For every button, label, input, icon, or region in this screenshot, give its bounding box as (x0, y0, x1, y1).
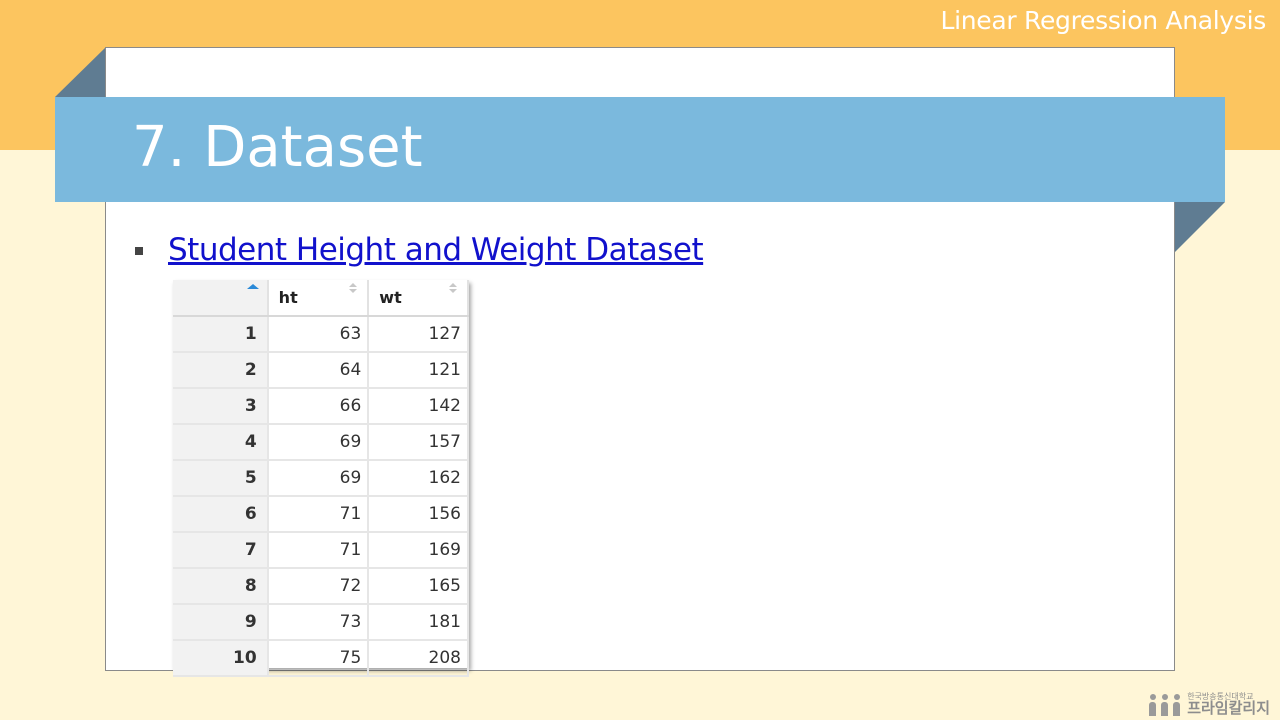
cell-wt: 162 (368, 460, 469, 497)
cell-wt: 165 (368, 568, 469, 605)
college-logo: 한국방송통신대학교 프라임칼리지 (1149, 693, 1270, 716)
cell-ht: 69 (267, 424, 370, 461)
people-logo-icon (1149, 693, 1183, 716)
row-index: 2 (173, 352, 269, 389)
table-header-row: ht wt (173, 280, 469, 317)
cell-ht: 72 (267, 568, 370, 605)
course-title: Linear Regression Analysis (940, 6, 1266, 35)
row-index: 6 (173, 496, 269, 533)
table-row: 1 63 127 (173, 316, 469, 353)
table-row: 3 66 142 (173, 388, 469, 425)
row-index: 10 (173, 640, 269, 677)
card-fold-right (1175, 202, 1225, 252)
row-index: 1 (173, 316, 269, 353)
cell-ht: 71 (267, 496, 370, 533)
row-index: 3 (173, 388, 269, 425)
table-row: 8 72 165 (173, 568, 469, 605)
sort-ascending-icon[interactable] (247, 284, 259, 289)
cell-ht: 63 (267, 316, 370, 353)
cell-ht: 73 (267, 604, 370, 641)
card-fold-left (55, 47, 106, 97)
cell-wt: 121 (368, 352, 469, 389)
sort-both-icon[interactable] (349, 283, 358, 295)
table-row: 9 73 181 (173, 604, 469, 641)
logo-text: 한국방송통신대학교 프라임칼리지 (1187, 693, 1270, 717)
table-row: 6 71 156 (173, 496, 469, 533)
cell-wt: 208 (368, 640, 469, 677)
row-index: 4 (173, 424, 269, 461)
cell-ht: 69 (267, 460, 370, 497)
logo-college-name: 프라임칼리지 (1187, 700, 1270, 717)
cell-wt: 169 (368, 532, 469, 569)
table-row: 2 64 121 (173, 352, 469, 389)
column-header-ht[interactable]: ht (267, 280, 370, 317)
cell-wt: 142 (368, 388, 469, 425)
cell-ht: 71 (267, 532, 370, 569)
slide-title: 7. Dataset (132, 115, 423, 180)
table-row: 10 75 208 (173, 640, 469, 677)
row-index: 9 (173, 604, 269, 641)
table-row: 7 71 169 (173, 532, 469, 569)
column-header-index[interactable] (173, 280, 269, 317)
square-bullet-icon (135, 247, 143, 255)
column-header-label: ht (278, 288, 298, 307)
row-index: 8 (173, 568, 269, 605)
cell-wt: 181 (368, 604, 469, 641)
cell-ht: 66 (267, 388, 370, 425)
cell-wt: 157 (368, 424, 469, 461)
table-row: 4 69 157 (173, 424, 469, 461)
column-header-wt[interactable]: wt (368, 280, 469, 317)
dataset-link[interactable]: Student Height and Weight Dataset (168, 232, 704, 268)
row-index: 7 (173, 532, 269, 569)
cell-ht: 64 (267, 352, 370, 389)
cell-ht: 75 (267, 640, 370, 677)
cell-wt: 156 (368, 496, 469, 533)
column-header-label: wt (379, 288, 402, 307)
cell-wt: 127 (368, 316, 469, 353)
sort-both-icon[interactable] (449, 283, 457, 295)
row-index: 5 (173, 460, 269, 497)
table-row: 5 69 162 (173, 460, 469, 497)
dataset-table: ht wt 1 63 127 2 64 121 3 66 142 4 69 157 5 69 162… (173, 280, 469, 677)
